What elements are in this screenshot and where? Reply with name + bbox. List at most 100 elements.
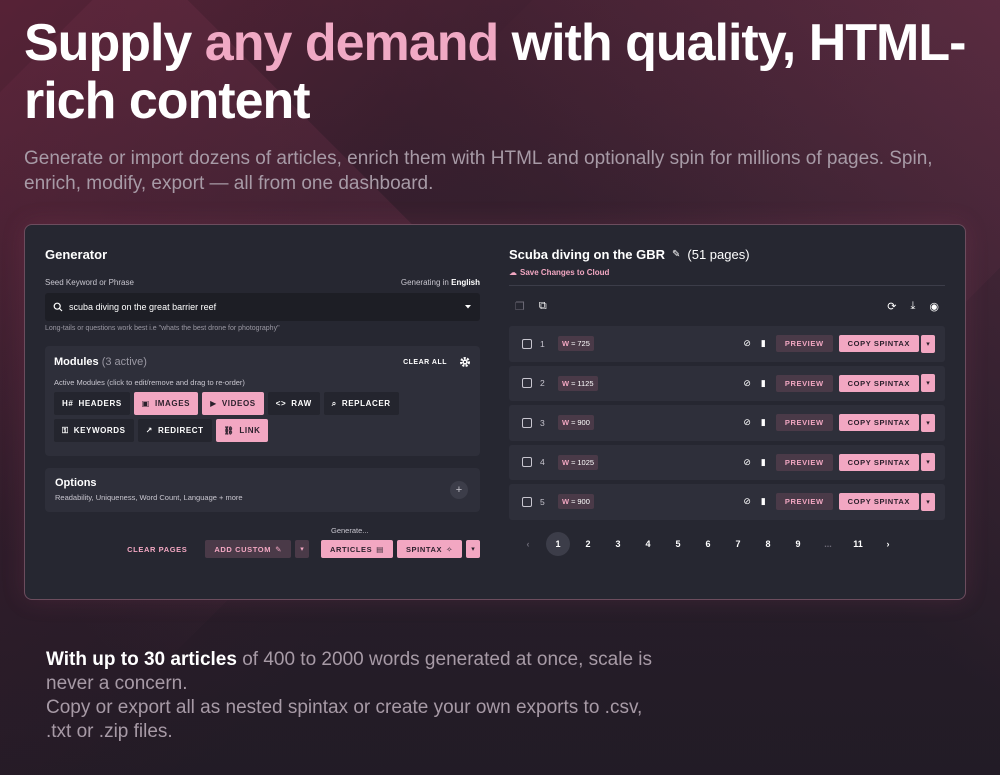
row-dropdown[interactable]: ▾ — [921, 413, 935, 432]
clear-pages-button[interactable]: CLEAR PAGES — [127, 545, 187, 554]
module-chip-raw[interactable]: <> RAW — [267, 392, 320, 415]
module-chip-headers[interactable]: H# HEADERS — [54, 392, 130, 415]
row-checkbox[interactable] — [522, 457, 532, 468]
row-checkbox[interactable] — [522, 417, 532, 428]
hide-icon[interactable]: ⊘ — [743, 338, 751, 349]
outro-highlight: With up to 30 articles — [46, 649, 237, 670]
row-checkbox[interactable] — [522, 496, 532, 507]
outro-line2: Copy or export all as nested spintax or … — [46, 697, 643, 742]
expand-options-button[interactable]: + — [450, 481, 468, 499]
word-count-badge: W ≈ 725 — [558, 336, 594, 352]
page-link[interactable]: 6 — [693, 532, 723, 556]
clear-all-button[interactable]: CLEAR ALL — [403, 359, 447, 366]
image-icon: ▣ — [141, 399, 150, 408]
trash-icon[interactable]: ▮ — [761, 417, 766, 428]
copy-spintax-button[interactable]: COPY SPINTAX — [838, 453, 919, 471]
module-chip-videos[interactable]: ▶ VIDEOS — [202, 392, 264, 415]
row-checkbox[interactable] — [522, 378, 532, 389]
page-row[interactable]: 3 W ≈ 900 ⊘ ▮ PREVIEW COPY SPINTAX ▾ — [509, 405, 945, 441]
seed-input[interactable]: scuba diving on the great barrier reef — [45, 293, 480, 321]
language-indicator[interactable]: Generating in English — [401, 278, 480, 287]
hash-icon: H# — [62, 399, 74, 408]
row-dropdown[interactable]: ▾ — [921, 374, 935, 393]
modules-subtitle: Active Modules (click to edit/remove and… — [54, 378, 245, 387]
page-row[interactable]: 5 W ≈ 900 ⊘ ▮ PREVIEW COPY SPINTAX ▾ — [509, 484, 945, 520]
spintax-button[interactable]: SPINTAX ✧ — [396, 540, 462, 558]
hero-title: Supply any demand with quality, HTML-ric… — [24, 14, 966, 130]
page-link[interactable]: 1 — [546, 531, 570, 556]
options-card[interactable]: Options Readability, Uniqueness, Word Co… — [45, 468, 480, 512]
download-icon[interactable]: ⤓ — [911, 300, 916, 313]
prev-page-icon[interactable]: ‹ — [513, 532, 543, 556]
hero-subtitle: Generate or import dozens of articles, e… — [24, 148, 933, 194]
trash-icon[interactable]: ▮ — [761, 496, 766, 507]
copy-spintax-button[interactable]: COPY SPINTAX — [838, 414, 919, 432]
page-ellipsis: ... — [824, 538, 832, 549]
page-link[interactable]: 7 — [723, 532, 753, 556]
module-chip-images[interactable]: ▣ IMAGES — [133, 392, 199, 415]
page-link[interactable]: 2 — [573, 532, 603, 556]
page-row[interactable]: 2 W ≈ 1125 ⊘ ▮ PREVIEW COPY SPINTAX ▾ — [509, 365, 945, 401]
preview-button[interactable]: PREVIEW — [775, 453, 833, 471]
word-count-badge: W ≈ 900 — [558, 415, 594, 431]
trash-icon[interactable]: ▮ — [761, 338, 766, 349]
preview-button[interactable]: PREVIEW — [775, 414, 833, 432]
hide-icon[interactable]: ⊘ — [743, 457, 751, 468]
copy-spintax-button[interactable]: COPY SPINTAX — [838, 493, 919, 511]
row-number: 1 — [540, 338, 545, 349]
eye-icon[interactable]: ◉ — [929, 300, 939, 313]
row-dropdown[interactable]: ▾ — [921, 492, 935, 511]
save-to-cloud-link[interactable]: ☁ Save Changes to Cloud — [509, 268, 945, 277]
edit-icon[interactable]: ✎ — [672, 249, 680, 260]
page-link[interactable]: 5 — [663, 532, 693, 556]
seed-input-value: scuba diving on the great barrier reef — [69, 302, 217, 312]
page-link[interactable]: 9 — [783, 532, 813, 556]
project-title: Scuba diving on the GBR ✎ (51 pages) — [509, 247, 750, 262]
pages-count: (51 pages) — [687, 247, 750, 262]
copy-all-icon[interactable]: ⧉ — [539, 300, 547, 313]
copy-spintax-button[interactable]: COPY SPINTAX — [838, 374, 919, 392]
refresh-icon[interactable]: ⟳ — [887, 300, 896, 313]
generator-title: Generator — [45, 247, 108, 262]
copy-icon[interactable]: ❐ — [515, 300, 525, 313]
page-link[interactable]: 8 — [753, 532, 783, 556]
preview-button[interactable]: PREVIEW — [775, 493, 833, 511]
preview-button[interactable]: PREVIEW — [775, 374, 833, 392]
row-number: 3 — [540, 417, 545, 428]
hero: Supply any demand with quality, HTML-ric… — [24, 14, 980, 196]
hide-icon[interactable]: ⊘ — [743, 417, 751, 428]
generate-label: Generate... — [331, 526, 369, 535]
module-chip-keywords[interactable]: ⚿ KEYWORDS — [54, 419, 134, 442]
seed-hint: Long-tails or questions work best i.e "w… — [45, 325, 280, 332]
page-row[interactable]: 4 W ≈ 1025 ⊘ ▮ PREVIEW COPY SPINTAX ▾ — [509, 444, 945, 480]
add-custom-dropdown[interactable]: ▾ — [294, 540, 309, 558]
articles-button[interactable]: ARTICLES ▤ — [320, 540, 393, 558]
module-chip-replacer[interactable]: ⌕ REPLACER — [323, 392, 399, 415]
next-page-icon[interactable]: › — [873, 532, 903, 556]
generate-dropdown[interactable]: ▾ — [466, 540, 480, 558]
gear-icon[interactable] — [459, 356, 471, 368]
pages-toolbar: ❐ ⧉ ⟳ ⤓ ◉ — [509, 298, 945, 314]
module-chip-redirect[interactable]: ↗ REDIRECT — [137, 419, 212, 442]
trash-icon[interactable]: ▮ — [761, 378, 766, 389]
copy-spintax-button[interactable]: COPY SPINTAX — [838, 335, 919, 353]
module-chip-link[interactable]: ⛓ LINK — [215, 419, 269, 442]
row-checkbox[interactable] — [522, 338, 532, 349]
chevron-down-icon: ▾ — [300, 546, 304, 553]
document-icon: ▤ — [376, 544, 384, 554]
page-link[interactable]: 3 — [603, 532, 633, 556]
trash-icon[interactable]: ▮ — [761, 457, 766, 468]
hide-icon[interactable]: ⊘ — [743, 378, 751, 389]
add-custom-button[interactable]: ADD CUSTOM ✎ — [205, 540, 291, 558]
page-link[interactable]: 4 — [633, 532, 663, 556]
hero-title-accent: any demand — [204, 14, 499, 72]
page-link[interactable]: 11 — [843, 532, 873, 556]
page-row[interactable]: 1 W ≈ 725 ⊘ ▮ PREVIEW COPY SPINTAX ▾ — [509, 326, 945, 362]
chevron-down-icon[interactable] — [464, 304, 472, 310]
row-dropdown[interactable]: ▾ — [921, 453, 935, 472]
row-dropdown[interactable]: ▾ — [921, 334, 935, 353]
modules-title: Modules (3 active) — [54, 356, 147, 368]
outro-text: With up to 30 articles of 400 to 2000 wo… — [46, 648, 666, 744]
hide-icon[interactable]: ⊘ — [743, 496, 751, 507]
preview-button[interactable]: PREVIEW — [775, 335, 833, 353]
